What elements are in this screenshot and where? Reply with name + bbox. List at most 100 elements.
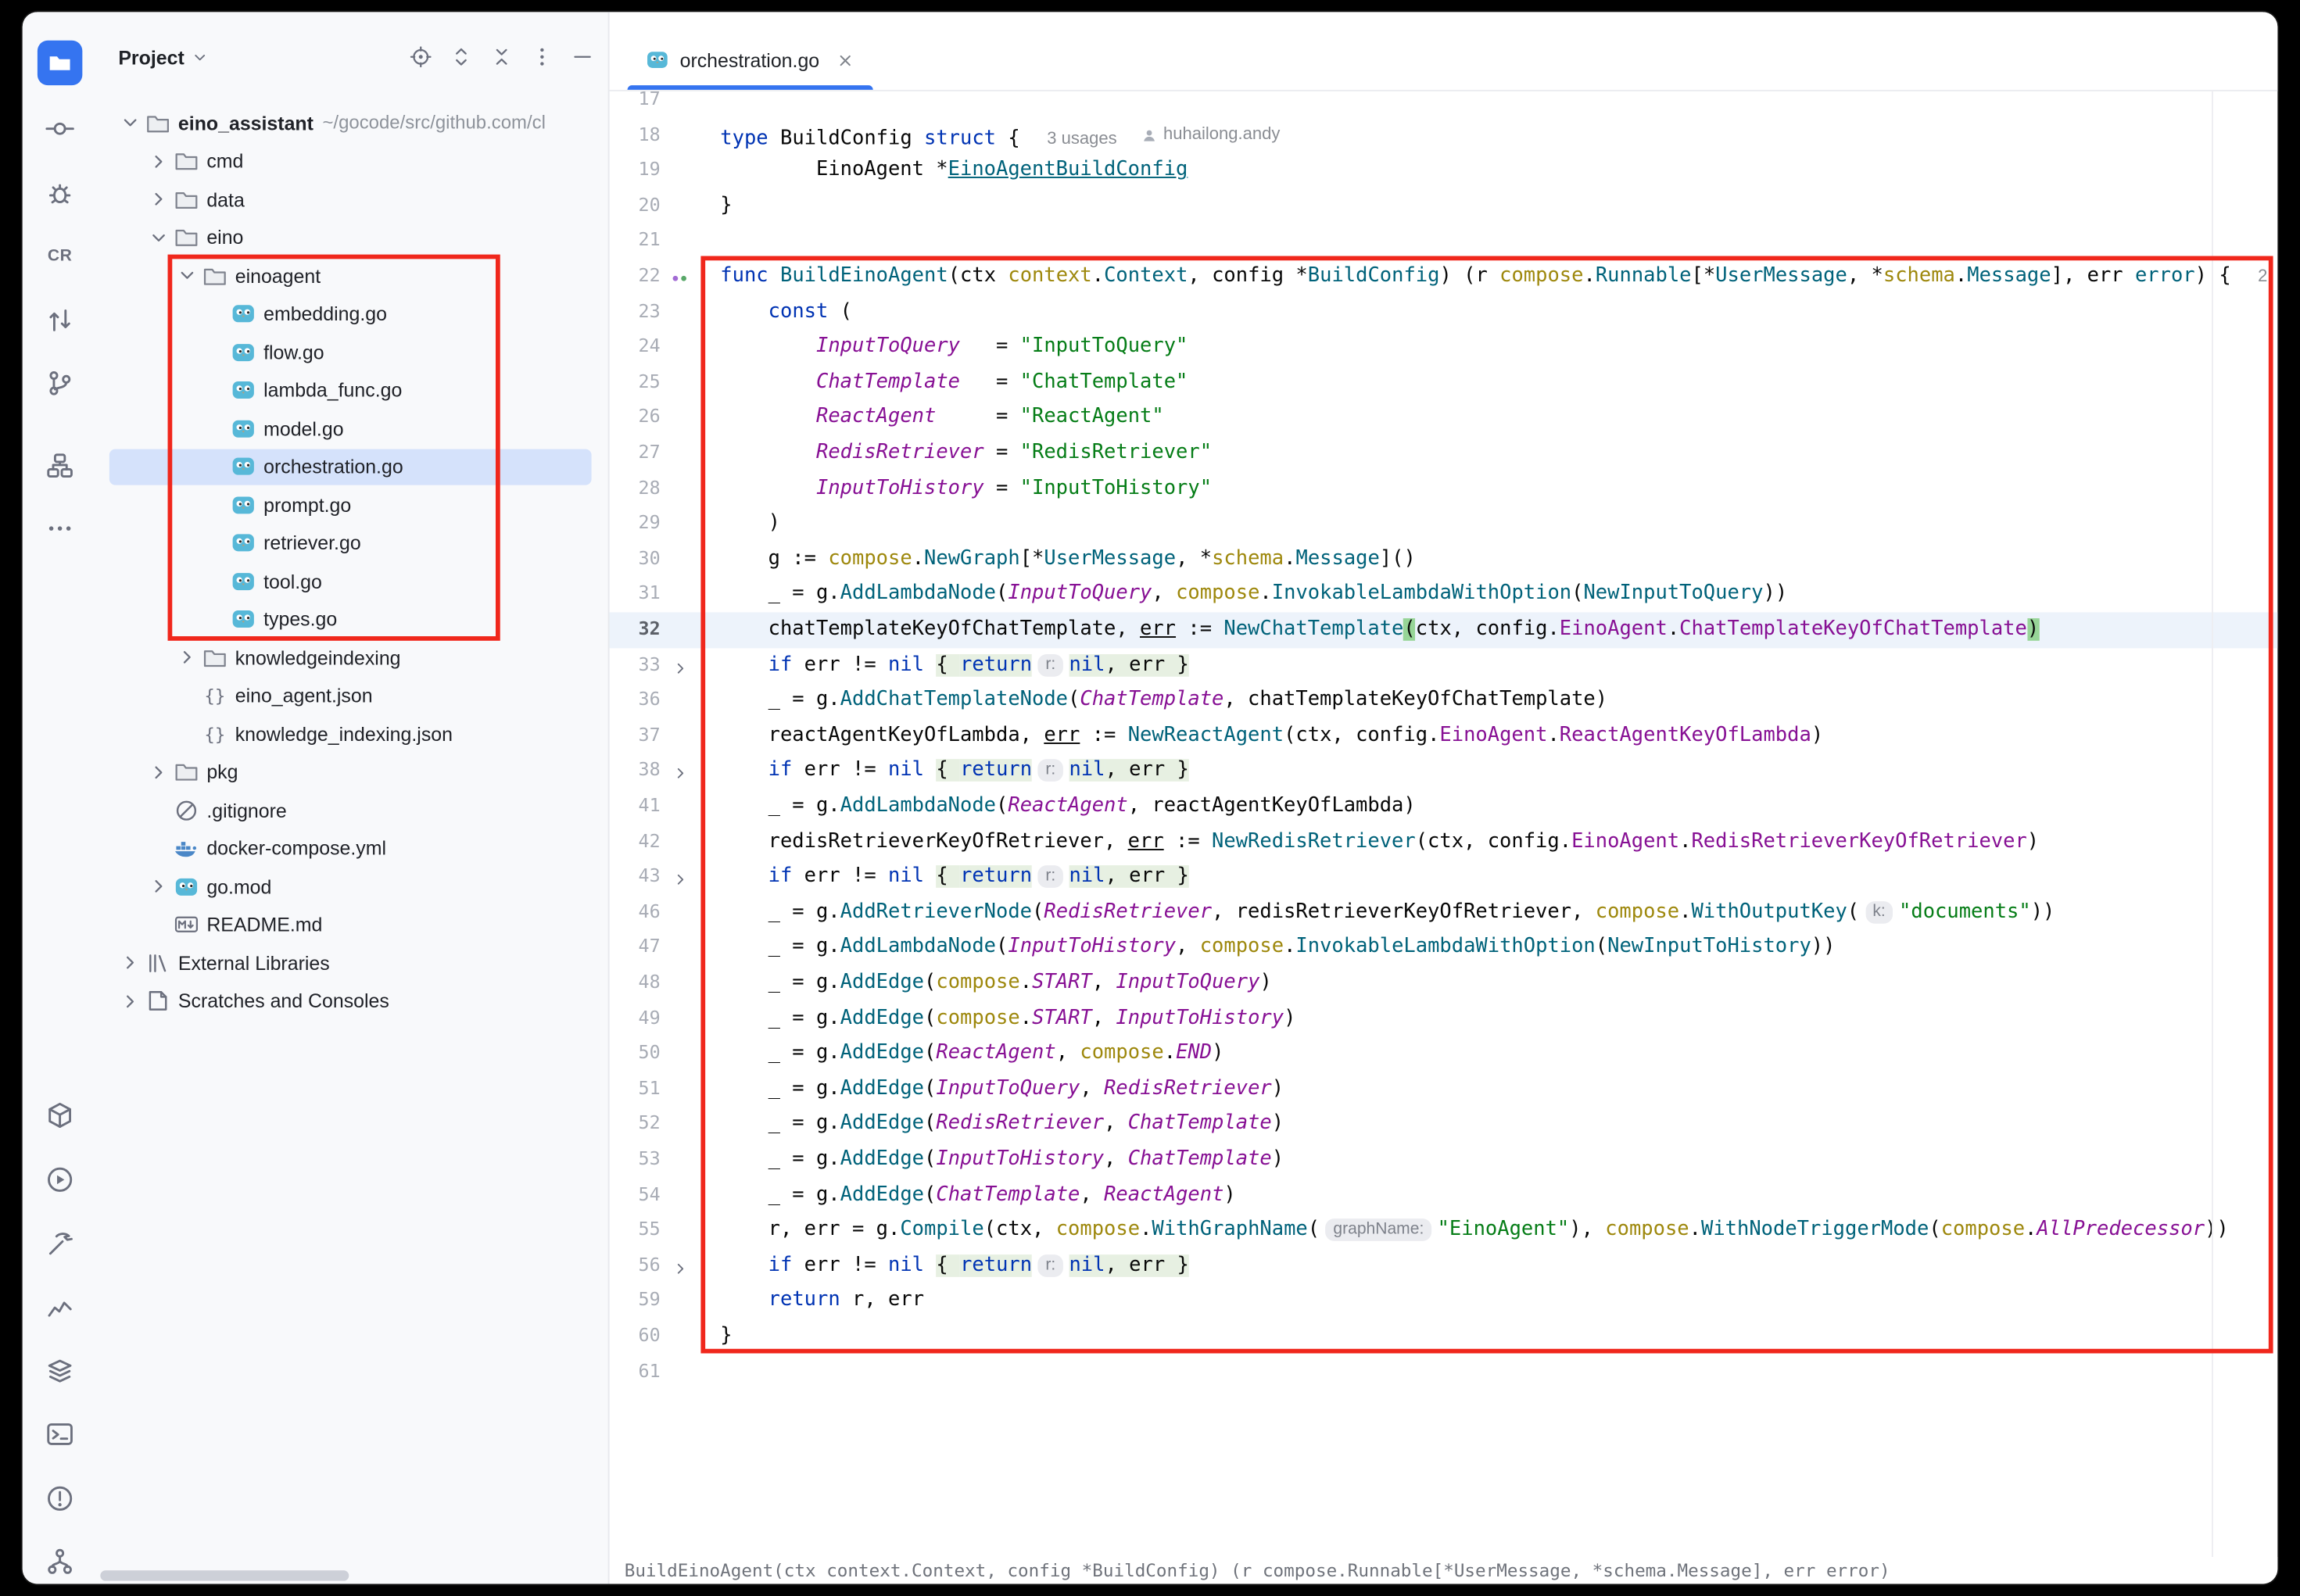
- code-line-52[interactable]: 52 _ = g.AddEdge(RedisRetriever, ChatTem…: [610, 1107, 2278, 1142]
- code-token: ): [1284, 1007, 1295, 1029]
- code-token: EinoAgent: [1560, 618, 1668, 641]
- code-line-48[interactable]: 48 _ = g.AddEdge(compose.START, InputToQ…: [610, 965, 2278, 1000]
- code-token: .: [2025, 1218, 2037, 1241]
- code-line-22[interactable]: 22func BuildEinoAgent(ctx context.Contex…: [610, 259, 2278, 294]
- code-token: reactAgentKeyOfLambda,: [720, 725, 1044, 747]
- code-token: , config *: [1188, 265, 1307, 288]
- code-line-53[interactable]: 53 _ = g.AddEdge(InputToHistory, ChatTem…: [610, 1142, 2278, 1177]
- code-text: InputToHistory = "InputToHistory": [720, 471, 1212, 506]
- code-line-20[interactable]: 20}: [610, 188, 2278, 224]
- code-line-56[interactable]: 56 if err != nil { returnr:nil, err }: [610, 1248, 2278, 1283]
- tab-orchestration-go[interactable]: orchestration.go: [628, 30, 874, 90]
- code-token: ChatTemplateKeyOfChatTemplate: [1679, 618, 2027, 641]
- code-line-30[interactable]: 30 g := compose.NewGraph[*UserMessage, *…: [610, 542, 2278, 577]
- code-token: compose: [1596, 901, 1679, 924]
- code-line-54[interactable]: 54 _ = g.AddEdge(ChatTemplate, ReactAgen…: [610, 1178, 2278, 1213]
- code-token: , err }: [1105, 865, 1189, 888]
- code-token: compose: [936, 972, 1019, 994]
- code-token: [924, 865, 936, 888]
- json-icon: {}: [202, 683, 228, 709]
- code-token: chatTemplateKeyOfChatTemplate,: [720, 618, 1140, 641]
- code-token: err !=: [792, 760, 888, 782]
- code-line-37[interactable]: 37 reactAgentKeyOfLambda, err := NewReac…: [610, 718, 2278, 753]
- code-token: [720, 406, 816, 429]
- fold-marker-icon[interactable]: [671, 867, 690, 886]
- code-line-21[interactable]: 21: [610, 224, 2278, 259]
- code-line-32[interactable]: 32 chatTemplateKeyOfChatTemplate, err :=…: [610, 612, 2278, 647]
- line-number: 60: [610, 1319, 661, 1354]
- code-line-19[interactable]: 19 EinoAgent *EinoAgentBuildConfig: [610, 153, 2278, 188]
- code-line-51[interactable]: 51 _ = g.AddEdge(InputToQuery, RedisRetr…: [610, 1072, 2278, 1107]
- line-number: 43: [610, 860, 661, 895]
- tree-item-label: External Libraries: [178, 952, 330, 975]
- editor-tab-bar: orchestration.go: [610, 12, 2278, 91]
- code-token: Context: [1104, 265, 1188, 288]
- gutter-annotation-icon[interactable]: [669, 267, 690, 288]
- fold-marker-icon[interactable]: [671, 761, 690, 781]
- code-token: )): [1811, 936, 1836, 959]
- code-token: _ = g.: [720, 1078, 840, 1100]
- code-text: reactAgentKeyOfLambda, err := NewReactAg…: [720, 718, 1823, 753]
- code-line-47[interactable]: 47 _ = g.AddLambdaNode(InputToHistory, c…: [610, 930, 2278, 965]
- code-line-43[interactable]: 43 if err != nil { returnr:nil, err }: [610, 860, 2278, 895]
- code-line-26[interactable]: 26 ReactAgent = "ReactAgent": [610, 400, 2278, 435]
- code-line-49[interactable]: 49 _ = g.AddEdge(compose.START, InputToH…: [610, 1001, 2278, 1036]
- code-token: AddEdge: [840, 972, 924, 994]
- tree-item-label: eino_agent.json: [235, 685, 373, 707]
- code-line-27[interactable]: 27 RedisRetriever = "RedisRetriever": [610, 435, 2278, 471]
- code-line-46[interactable]: 46 _ = g.AddRetrieverNode(RedisRetriever…: [610, 895, 2278, 930]
- code-token: RedisRetrieverKeyOfRetriever: [1691, 830, 2026, 853]
- fold-marker-icon[interactable]: [671, 655, 690, 675]
- code-token: compose: [1056, 1218, 1140, 1241]
- code-line-31[interactable]: 31 _ = g.AddLambdaNode(InputToQuery, com…: [610, 577, 2278, 612]
- code-line-59[interactable]: 59 return r, err: [610, 1283, 2278, 1319]
- line-number: 50: [610, 1036, 661, 1072]
- code-token: AddEdge: [840, 1148, 924, 1171]
- code-line-60[interactable]: 60}: [610, 1319, 2278, 1354]
- code-line-61[interactable]: 61: [610, 1354, 2278, 1390]
- code-line-36[interactable]: 36 _ = g.AddChatTemplateNode(ChatTemplat…: [610, 683, 2278, 718]
- code-line-33[interactable]: 33 if err != nil { returnr:nil, err }: [610, 648, 2278, 683]
- fold-marker-icon[interactable]: [671, 1256, 690, 1276]
- code-token: [720, 865, 768, 888]
- code-line-25[interactable]: 25 ChatTemplate = "ChatTemplate": [610, 365, 2278, 400]
- code-token: BuildEinoAgent: [780, 265, 948, 288]
- code-token: AddEdge: [840, 1007, 924, 1029]
- chevron-down-icon: [175, 264, 199, 288]
- code-token: (: [1929, 1218, 1940, 1241]
- code-token: ChatTemplate: [1128, 1148, 1272, 1171]
- chevron-down-icon: [118, 111, 142, 135]
- project-panel-hscrollbar[interactable]: [100, 1570, 349, 1580]
- code-token: EinoAgent: [1439, 725, 1547, 747]
- tree-item-label: model.go: [263, 417, 343, 440]
- code-line-28[interactable]: 28 InputToHistory = "InputToHistory": [610, 471, 2278, 506]
- code-line-29[interactable]: 29 ): [610, 506, 2278, 542]
- code-line-55[interactable]: 55 r, err = g.Compile(ctx, compose.WithG…: [610, 1213, 2278, 1248]
- code-token: Message: [1295, 548, 1379, 571]
- markdown-icon: [174, 912, 199, 938]
- panel-editor-divider[interactable]: [608, 12, 610, 1583]
- code-line-50[interactable]: 50 _ = g.AddEdge(ReactAgent, compose.END…: [610, 1036, 2278, 1072]
- code-line-24[interactable]: 24 InputToQuery = "InputToQuery": [610, 330, 2278, 365]
- user-icon: [1141, 127, 1157, 144]
- code-token: NewRedisRetriever: [1212, 830, 1416, 853]
- line-number: 36: [610, 683, 661, 718]
- code-token: _ = g.: [720, 795, 840, 818]
- docker-icon: [174, 836, 199, 861]
- code-token: ,: [1104, 1148, 1128, 1171]
- go-file-icon: [231, 607, 256, 632]
- code-token: (: [1032, 901, 1044, 924]
- code-line-42[interactable]: 42 redisRetrieverKeyOfRetriever, err := …: [610, 825, 2278, 860]
- code-line-23[interactable]: 23 const (: [610, 295, 2278, 330]
- code-line-41[interactable]: 41 _ = g.AddLambdaNode(ReactAgent, react…: [610, 789, 2278, 824]
- code-token: .: [1284, 936, 1295, 959]
- close-icon[interactable]: [836, 50, 855, 70]
- code-line-18[interactable]: 18type BuildConfig struct {3 usageshuhai…: [610, 118, 2278, 153]
- code-line-38[interactable]: 38 if err != nil { returnr:nil, err }: [610, 753, 2278, 789]
- code-token: (: [1403, 618, 1415, 641]
- code-token: ) (r: [1439, 265, 1499, 288]
- code-token: WithOutputKey: [1691, 901, 1847, 924]
- code-token: NewGraph: [924, 548, 1020, 571]
- ignore-icon: [174, 797, 199, 823]
- code-token: , redisRetrieverKeyOfRetriever,: [1212, 901, 1596, 924]
